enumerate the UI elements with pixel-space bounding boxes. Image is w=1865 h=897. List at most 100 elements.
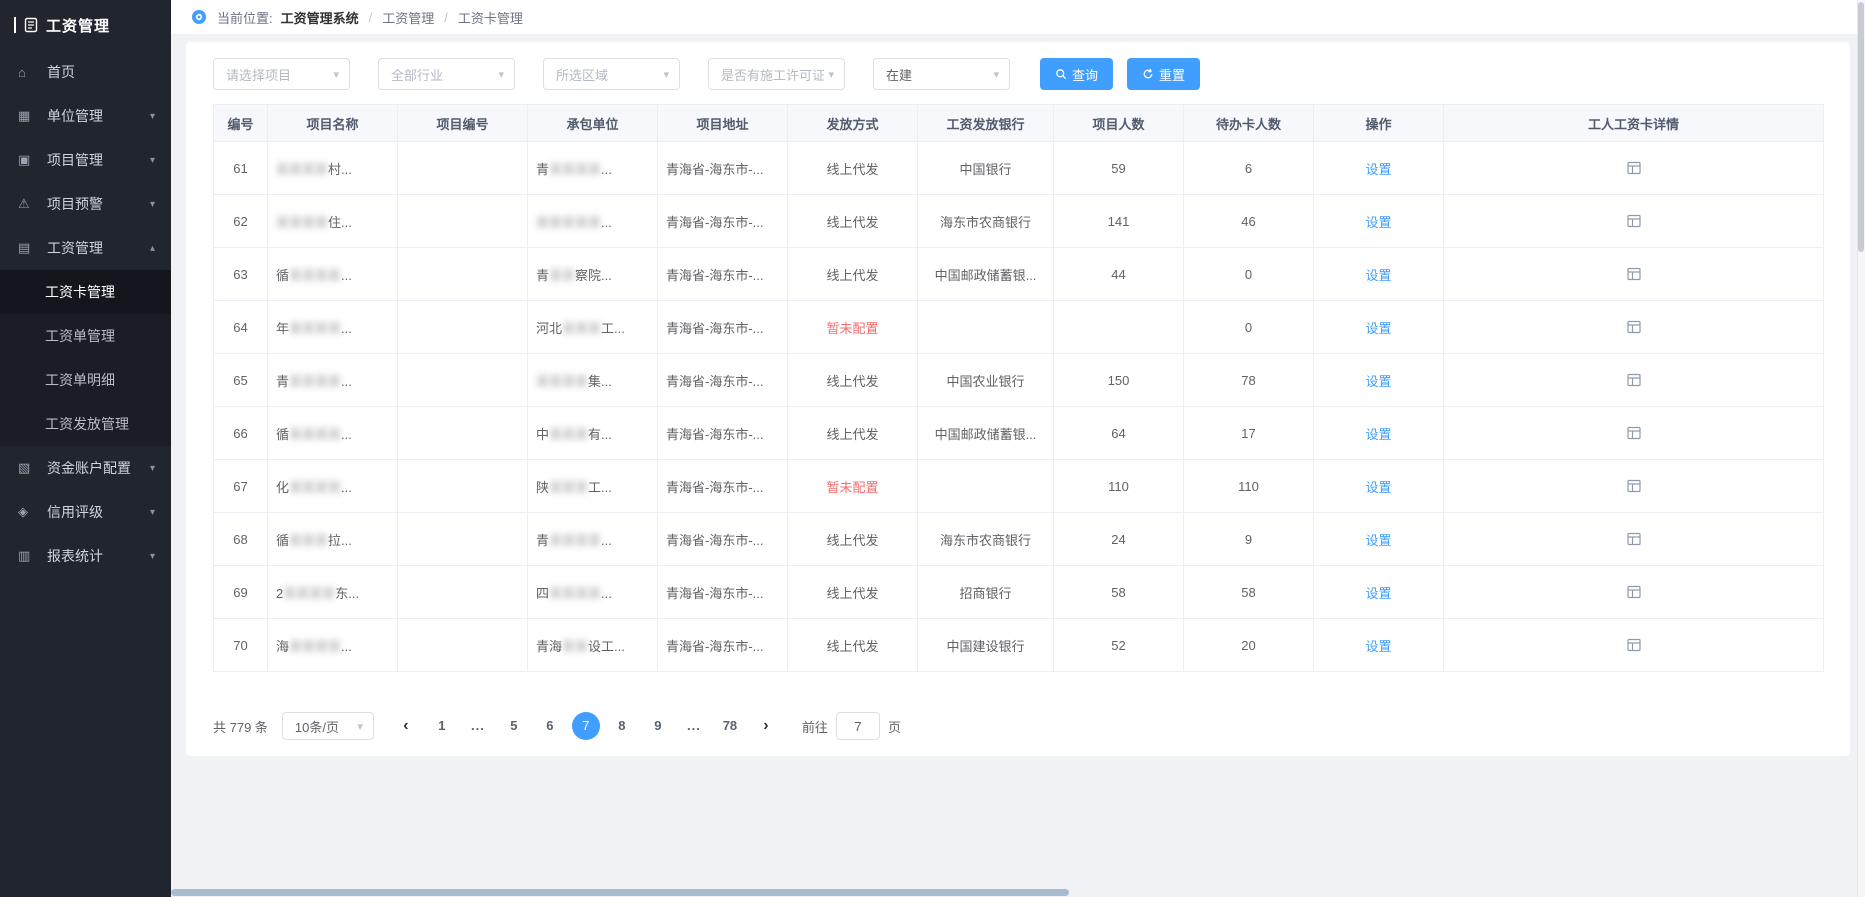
- cell-id: 61: [214, 142, 268, 195]
- filter-select-5[interactable]: 在建▾: [873, 58, 1010, 90]
- vertical-scrollbar[interactable]: [1857, 0, 1865, 897]
- column-header: 项目名称: [268, 105, 398, 142]
- cell-bank: 中国邮政储蓄银...: [918, 248, 1054, 301]
- sidebar-item-home[interactable]: ⌂首页: [0, 50, 171, 94]
- sidebar-item-report[interactable]: ▥报表统计▾: [0, 534, 171, 578]
- table-row: 65青某某某某...某某某某集...青海省-海东市-...线上代发中国农业银行1…: [214, 354, 1824, 407]
- cell-action: 设置: [1314, 460, 1444, 513]
- cell-project-code: [398, 354, 528, 407]
- breadcrumb-separator: /: [444, 10, 448, 25]
- table-row: 68循某某某拉...青某某某某...青海省-海东市-...线上代发海东市农商银行…: [214, 513, 1824, 566]
- page-ellipsis[interactable]: ...: [680, 712, 708, 740]
- vertical-scrollbar-thumb[interactable]: [1858, 2, 1864, 252]
- page-ellipsis[interactable]: ...: [464, 712, 492, 740]
- settings-link[interactable]: 设置: [1365, 427, 1391, 442]
- settings-link[interactable]: 设置: [1365, 268, 1391, 283]
- page-button-78[interactable]: 78: [716, 712, 744, 740]
- cell-detail: [1444, 301, 1824, 354]
- sidebar-subitem[interactable]: 工资卡管理: [0, 270, 171, 314]
- cell-id: 63: [214, 248, 268, 301]
- goto-page-input[interactable]: [836, 712, 880, 740]
- blurred-text: 某某某某: [549, 162, 601, 177]
- cell-people: 150: [1054, 354, 1184, 407]
- cell-detail: [1444, 248, 1824, 301]
- prev-page-button[interactable]: ‹: [392, 712, 420, 740]
- sidebar-item-fund[interactable]: ▧资金账户配置▾: [0, 446, 171, 490]
- cell-detail: [1444, 619, 1824, 672]
- settings-link[interactable]: 设置: [1365, 480, 1391, 495]
- table-row: 61某某某某村...青某某某某...青海省-海东市-...线上代发中国银行596…: [214, 142, 1824, 195]
- page-button-1[interactable]: 1: [428, 712, 456, 740]
- cell-project-code: [398, 407, 528, 460]
- sidebar-item-credit[interactable]: ◈信用评级▾: [0, 490, 171, 534]
- sidebar-item-unit[interactable]: ▦单位管理▾: [0, 94, 171, 138]
- column-header: 工人工资卡详情: [1444, 105, 1824, 142]
- settings-link[interactable]: 设置: [1365, 215, 1391, 230]
- pagination: 共 779 条 10条/页 ▾ ‹ 1...56789...78 › 前往 页: [213, 712, 1824, 740]
- wage-card-detail-icon[interactable]: [1626, 425, 1642, 441]
- page-button-9[interactable]: 9: [644, 712, 672, 740]
- wage-card-detail-icon[interactable]: [1626, 531, 1642, 547]
- sidebar-subitem[interactable]: 工资发放管理: [0, 402, 171, 446]
- building-icon: ▦: [18, 108, 40, 124]
- wage-card-detail-icon[interactable]: [1626, 584, 1642, 600]
- next-page-button[interactable]: ›: [752, 712, 780, 740]
- cell-bank: [918, 460, 1054, 513]
- filter-select-1[interactable]: 请选择项目▾: [213, 58, 350, 90]
- search-button[interactable]: 查询: [1040, 58, 1113, 90]
- filter-select-4[interactable]: 是否有施工许可证▾: [708, 58, 845, 90]
- wage-card-detail-icon[interactable]: [1626, 266, 1642, 282]
- cell-action: 设置: [1314, 142, 1444, 195]
- cell-pending: 58: [1184, 566, 1314, 619]
- blurred-text: 某某某某: [549, 586, 601, 601]
- filter-select-2[interactable]: 全部行业▾: [378, 58, 515, 90]
- sidebar-subitem[interactable]: 工资单管理: [0, 314, 171, 358]
- filter-select-3[interactable]: 所选区域▾: [543, 58, 680, 90]
- column-header: 项目地址: [658, 105, 788, 142]
- chevron-down-icon: ▾: [150, 155, 155, 166]
- cell-action: 设置: [1314, 619, 1444, 672]
- page-size-select[interactable]: 10条/页 ▾: [282, 712, 374, 740]
- breadcrumb-item-wage[interactable]: 工资管理: [382, 8, 434, 27]
- sidebar-item-project[interactable]: ▣项目管理▾: [0, 138, 171, 182]
- medal-icon: ◈: [18, 504, 40, 520]
- wage-card-detail-icon[interactable]: [1626, 372, 1642, 388]
- wage-card-detail-icon[interactable]: [1626, 637, 1642, 653]
- cell-people: 110: [1054, 460, 1184, 513]
- page-button-6[interactable]: 6: [536, 712, 564, 740]
- settings-link[interactable]: 设置: [1365, 639, 1391, 654]
- table-row: 692某某某某东...四某某某某...青海省-海东市-...线上代发招商银行58…: [214, 566, 1824, 619]
- horizontal-scrollbar-thumb[interactable]: [171, 889, 1069, 896]
- blurred-text: 某某某某: [289, 268, 341, 283]
- column-header: 待办卡人数: [1184, 105, 1314, 142]
- cell-action: 设置: [1314, 301, 1444, 354]
- settings-link[interactable]: 设置: [1365, 586, 1391, 601]
- cell-project-code: [398, 142, 528, 195]
- wage-card-detail-icon[interactable]: [1626, 213, 1642, 229]
- sidebar-subitem[interactable]: 工资单明细: [0, 358, 171, 402]
- wage-card-detail-icon[interactable]: [1626, 160, 1642, 176]
- cell-id: 69: [214, 566, 268, 619]
- wage-card-detail-icon[interactable]: [1626, 478, 1642, 494]
- wage-card-detail-icon[interactable]: [1626, 319, 1642, 335]
- page-button-8[interactable]: 8: [608, 712, 636, 740]
- settings-link[interactable]: 设置: [1365, 162, 1391, 177]
- settings-link[interactable]: 设置: [1365, 321, 1391, 336]
- cell-project-code: [398, 513, 528, 566]
- chevron-up-icon: ▴: [150, 243, 155, 254]
- cell-id: 62: [214, 195, 268, 248]
- page-button-7[interactable]: 7: [572, 712, 600, 740]
- settings-link[interactable]: 设置: [1365, 533, 1391, 548]
- settings-link[interactable]: 设置: [1365, 374, 1391, 389]
- sidebar-item-warning[interactable]: ⚠项目预警▾: [0, 182, 171, 226]
- cell-contractor: 青某某某某...: [528, 513, 658, 566]
- goto-label: 前往: [802, 717, 828, 736]
- cell-detail: [1444, 513, 1824, 566]
- reset-button[interactable]: 重置: [1127, 58, 1200, 90]
- page-button-5[interactable]: 5: [500, 712, 528, 740]
- cell-people: 58: [1054, 566, 1184, 619]
- sidebar-item-wage[interactable]: ▤工资管理▴: [0, 226, 171, 270]
- breadcrumb-item-card: 工资卡管理: [458, 8, 523, 27]
- cell-method: 暂未配置: [788, 301, 918, 354]
- breadcrumb-root[interactable]: 工资管理系统: [281, 8, 359, 27]
